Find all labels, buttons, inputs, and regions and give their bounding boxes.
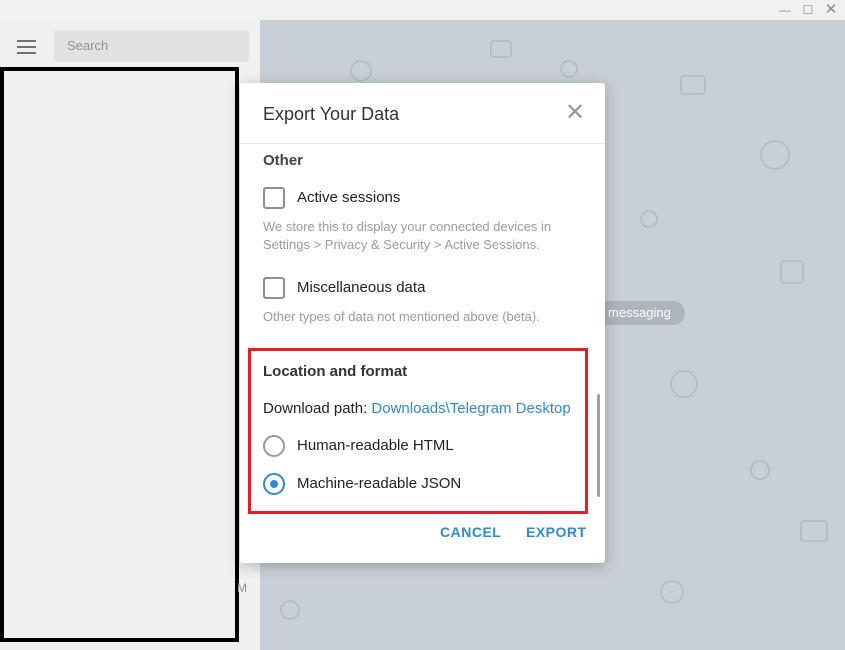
misc-data-checkbox[interactable]: [263, 277, 285, 299]
doodle-icon: [280, 600, 300, 620]
export-button[interactable]: EXPORT: [526, 524, 587, 540]
doodle-icon: [640, 210, 658, 228]
doodle-icon: [660, 580, 684, 604]
active-sessions-label: Active sessions: [297, 189, 401, 206]
doodle-icon: [680, 75, 706, 95]
window-close-icon[interactable]: ✕: [820, 0, 842, 20]
service-message-pill: messaging: [596, 301, 685, 325]
active-sessions-description: We store this to display your connected …: [263, 219, 552, 252]
location-format-highlight-box: [248, 348, 588, 514]
misc-data-description: Other types of data not mentioned above …: [263, 309, 540, 324]
active-sessions-checkbox[interactable]: [263, 187, 285, 209]
doodle-icon: [350, 60, 372, 82]
window-titlebar: — ☐ ✕: [0, 0, 845, 20]
dialog-scrollbar[interactable]: [597, 394, 600, 497]
doodle-icon: [750, 460, 770, 480]
dialog-title: Export Your Data: [263, 104, 400, 124]
modal-dim-overlay: [0, 20, 260, 650]
maximize-icon[interactable]: ☐: [797, 0, 819, 20]
doodle-icon: [670, 370, 698, 398]
minimize-icon[interactable]: —: [774, 0, 796, 20]
section-title-other: Other: [263, 152, 304, 169]
doodle-icon: [800, 520, 828, 542]
cancel-button[interactable]: CANCEL: [440, 524, 501, 540]
doodle-icon: [760, 140, 790, 170]
doodle-icon: [780, 260, 804, 284]
misc-data-label: Miscellaneous data: [297, 279, 426, 296]
doodle-icon: [560, 60, 578, 78]
close-icon[interactable]: ✕: [560, 99, 590, 129]
header-divider: [240, 143, 605, 144]
doodle-icon: [490, 40, 512, 58]
